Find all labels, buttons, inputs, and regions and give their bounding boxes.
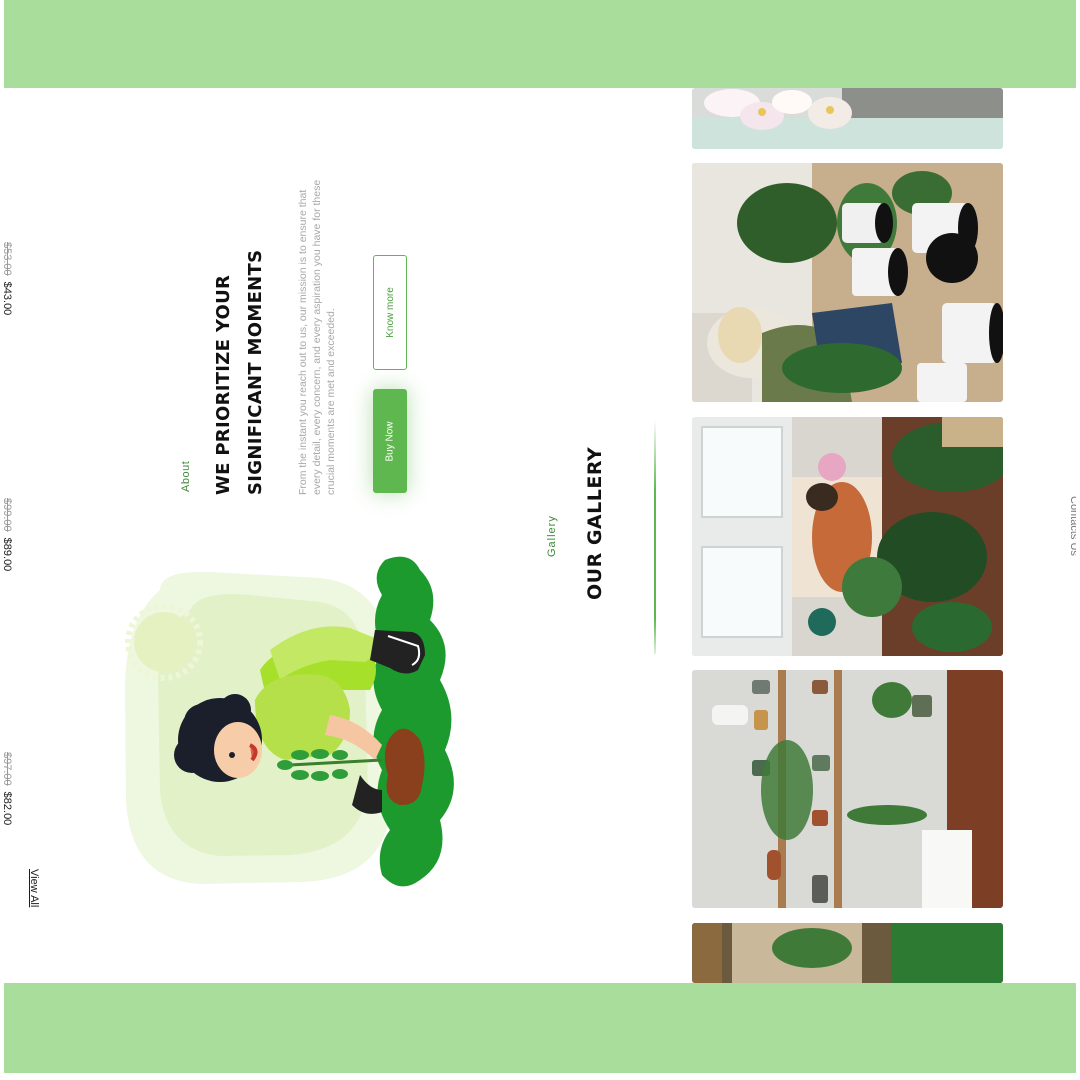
- gallery-divider-line: [654, 420, 656, 654]
- buy-now-button[interactable]: Buy Now: [373, 389, 407, 493]
- about-paragraph: From the instant you reach out to us, ou…: [297, 179, 337, 495]
- view-all-link[interactable]: View All: [28, 869, 40, 907]
- frame-left-edge: [0, 0, 4, 1080]
- gallery-photo-orchid[interactable]: [692, 88, 1003, 149]
- bottom-green-band: [4, 983, 1076, 1073]
- know-more-label: Know more: [384, 287, 396, 338]
- know-more-button[interactable]: Know more: [373, 255, 407, 370]
- headline-line-2: SIGNIFICANT MOMENTS: [245, 249, 266, 495]
- gallery-title: OUR GALLERY: [584, 446, 606, 600]
- headline-line-1: WE PRIORITIZE YOUR: [213, 274, 234, 495]
- frame-right-edge: [1076, 0, 1080, 1080]
- gallery-photo-shelves[interactable]: [692, 670, 1003, 908]
- plant-boy-illustration: [125, 556, 454, 887]
- buy-now-label: Buy Now: [384, 420, 396, 462]
- top-green-band: [4, 0, 1076, 88]
- about-label: About: [180, 460, 192, 492]
- gallery-photo-partial[interactable]: [692, 923, 1003, 983]
- gallery-label: Gallery: [546, 515, 558, 557]
- gallery-photo-woman-pots[interactable]: [692, 163, 1003, 402]
- about-headline: WE PRIORITIZE YOUR SIGNIFICANT MOMENTS: [208, 250, 272, 495]
- gallery-photo-living-room[interactable]: [692, 417, 1003, 656]
